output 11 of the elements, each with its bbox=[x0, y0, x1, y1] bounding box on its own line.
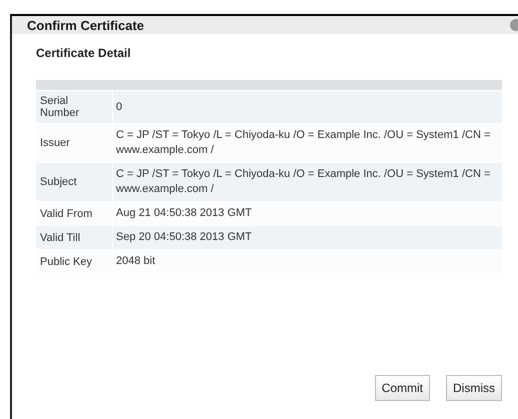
dialog-button[interactable]: Commit bbox=[374, 375, 430, 401]
dialog-button[interactable]: Dismiss bbox=[446, 375, 502, 401]
detail-label: Public Key bbox=[36, 250, 113, 273]
detail-value: C = JP /ST = Tokyo /L = Chiyoda-ku /O = Example Inc. /OU = System1 /CN = www.example.com / bbox=[115, 128, 492, 158]
section-title: Certificate Detail bbox=[36, 46, 132, 60]
detail-value: 2048 bit bbox=[115, 254, 156, 269]
detail-value: Sep 20 04:50:38 2013 GMT bbox=[115, 230, 253, 245]
detail-value: 0 bbox=[115, 100, 124, 114]
detail-value: Aug 21 04:50:38 2013 GMT bbox=[115, 206, 253, 221]
window-title: Confirm Certificate bbox=[27, 18, 144, 32]
detail-value: C = JP /ST = Tokyo /L = Chiyoda-ku /O = Example Inc. /OU = System1 /CN = www.example.com / bbox=[115, 167, 492, 197]
